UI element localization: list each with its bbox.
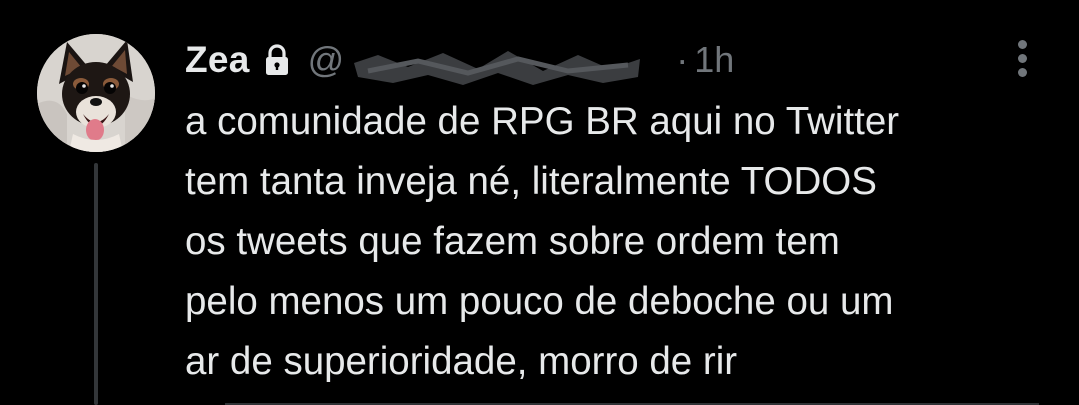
tweet-time[interactable]: 1h — [694, 39, 734, 81]
header-separator: · — [676, 39, 689, 80]
tweet-text-line: pelo menos um pouco de deboche ou um — [185, 280, 894, 323]
author-handle[interactable]: @ — [307, 39, 675, 85]
tweet-text-line: tem tanta inveja né, literalmente TODOS — [185, 160, 877, 203]
tweet-text-line: ar de superioridade, morro de rir — [185, 340, 738, 383]
redaction-scribble-icon — [353, 51, 640, 85]
avatar[interactable] — [37, 34, 155, 152]
lock-icon — [264, 44, 290, 76]
tweet[interactable]: Zea @ · 1h a comunidade de RPG BR aqui n… — [0, 0, 1079, 405]
handle-at: @ — [307, 39, 345, 80]
tweet-text: a comunidade de RPG BR aqui no Twitter t… — [185, 92, 1065, 392]
author-name[interactable]: Zea — [185, 39, 250, 81]
dog-avatar-icon — [37, 34, 155, 152]
tweet-text-line: a comunidade de RPG BR aqui no Twitter — [185, 100, 900, 143]
tweet-text-line: os tweets que fazem sobre ordem tem — [185, 220, 840, 263]
tweet-header: Zea @ · 1h — [185, 34, 734, 86]
more-options-button[interactable] — [1012, 40, 1032, 82]
more-vertical-icon — [1012, 40, 1032, 77]
thread-line — [94, 163, 98, 405]
